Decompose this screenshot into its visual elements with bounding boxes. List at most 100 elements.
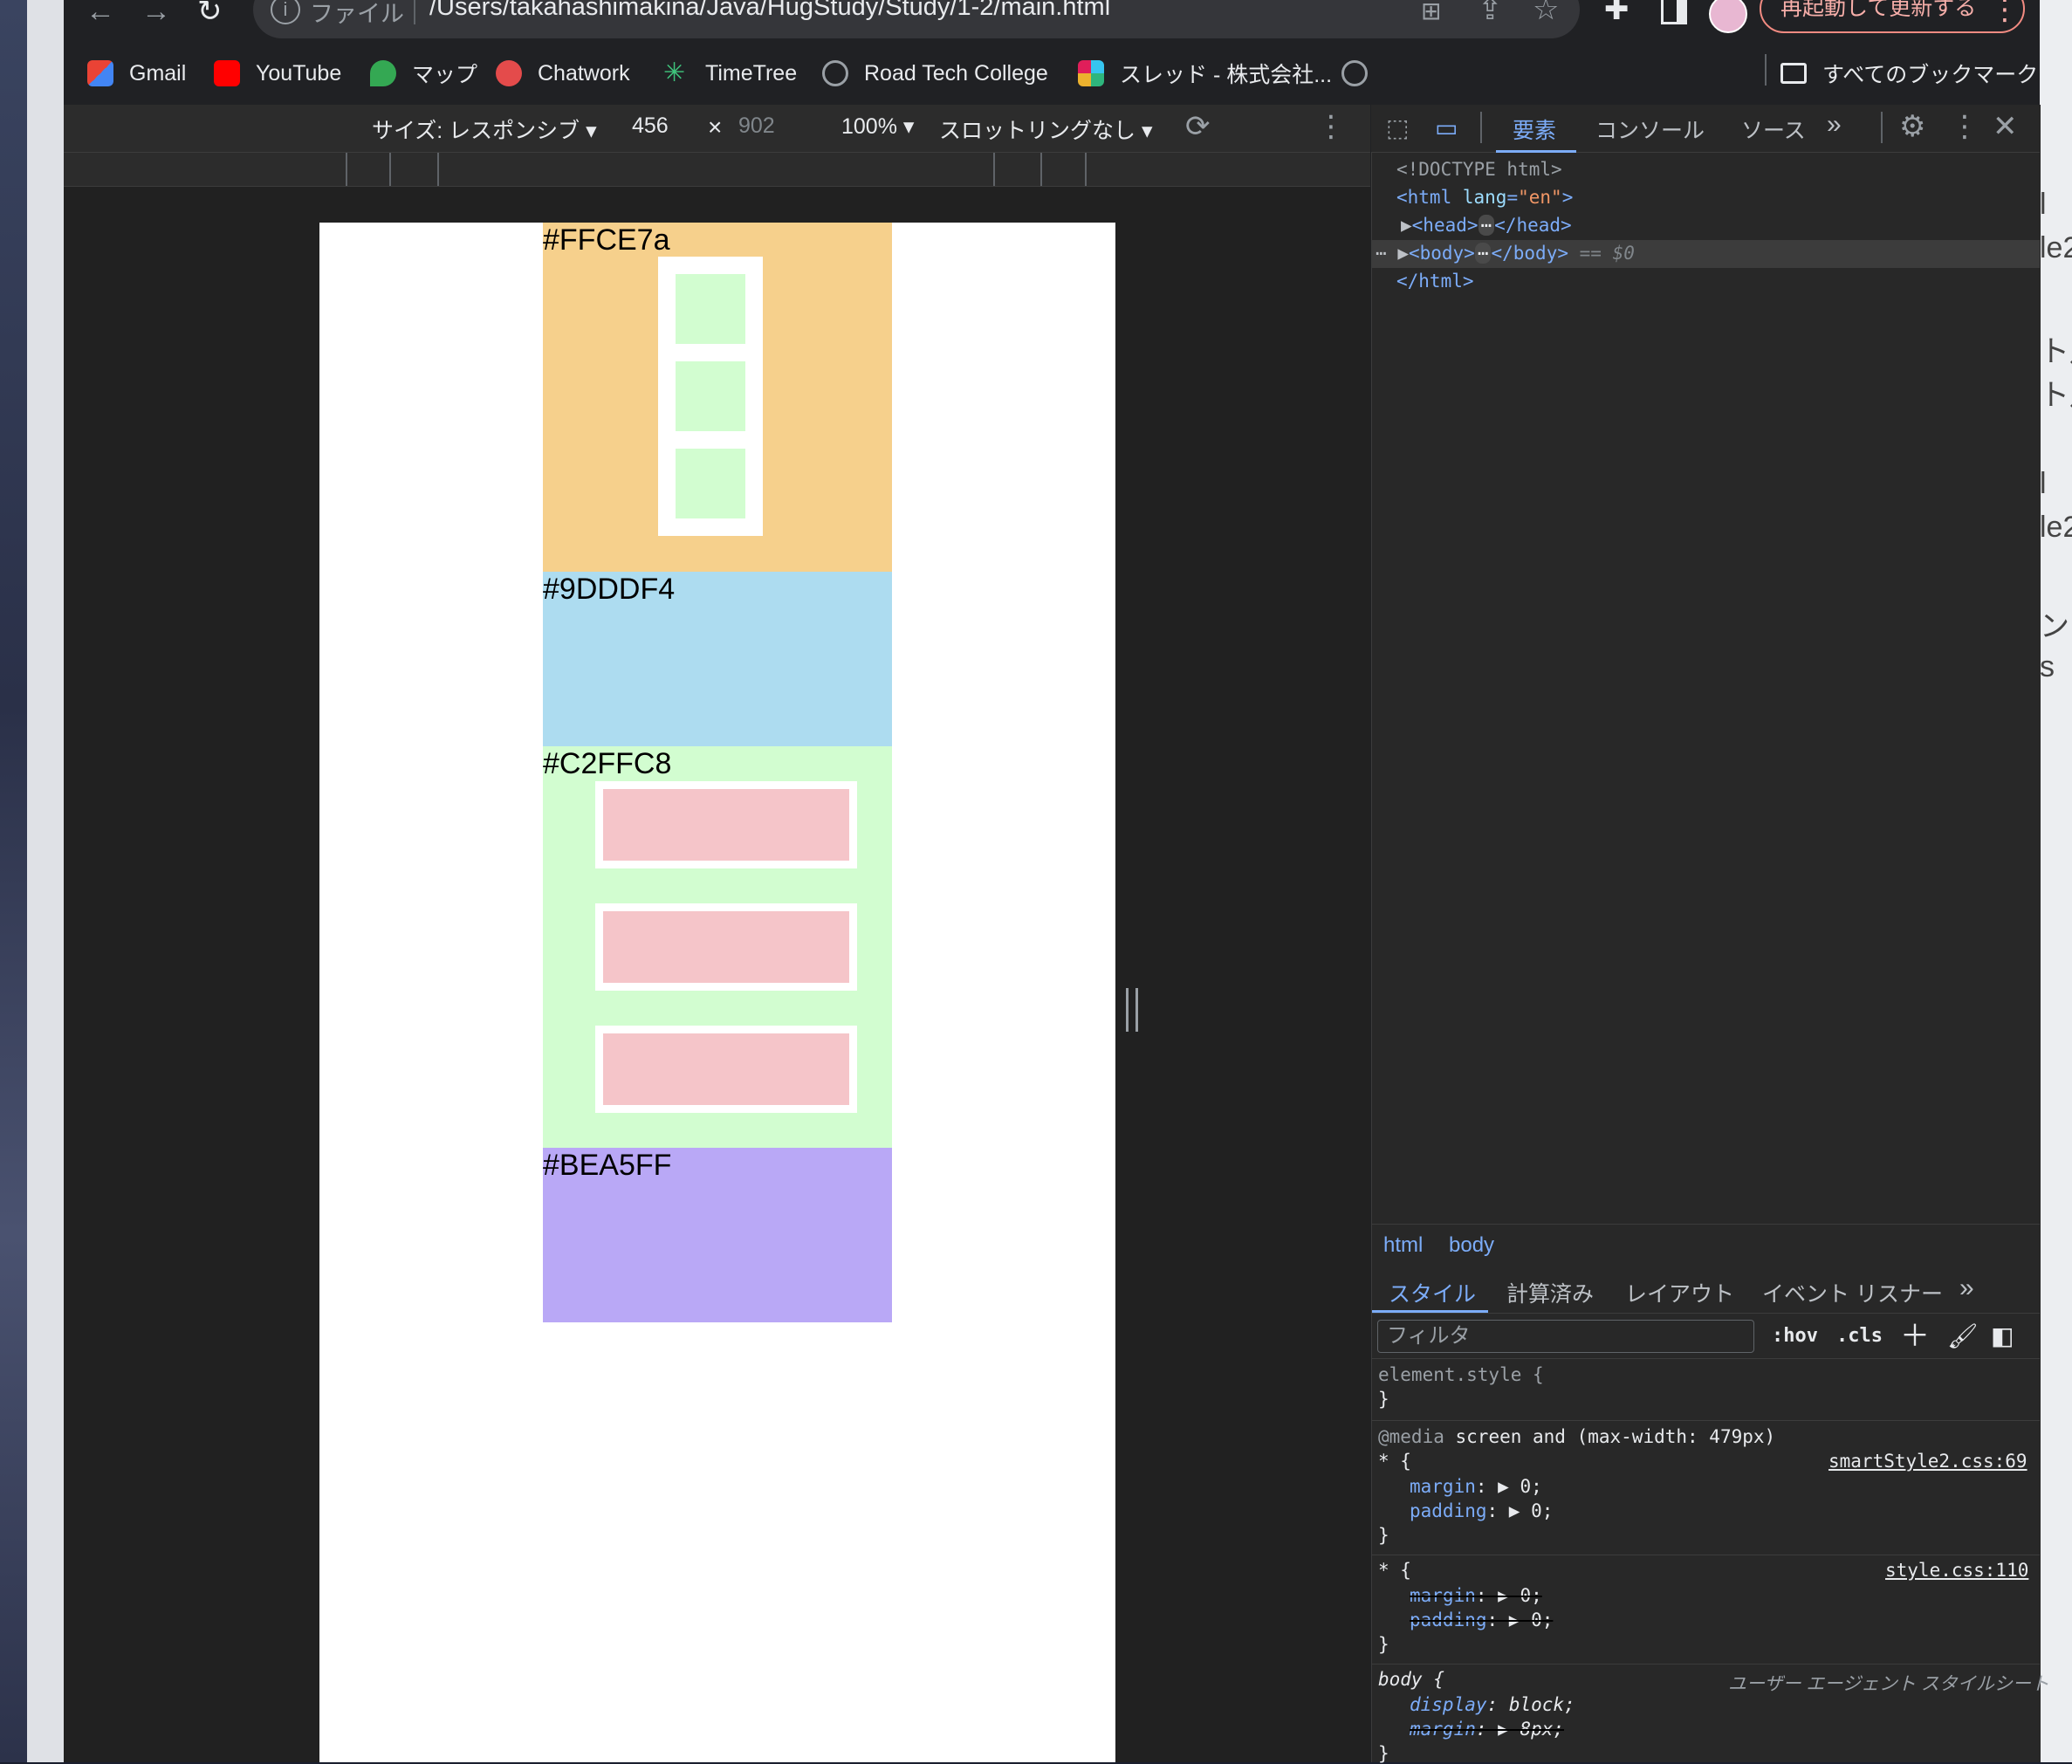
tab-sources[interactable]: ソース — [1741, 113, 1806, 145]
slack-icon — [1078, 60, 1104, 86]
tab-console[interactable]: コンソール — [1595, 113, 1705, 145]
gmail-icon — [87, 60, 113, 86]
paint-brush-icon[interactable]: 🖌 — [1947, 1321, 1979, 1351]
tab-divider — [1480, 112, 1482, 143]
bookmark-label: Road Tech College — [864, 60, 1048, 86]
breadcrumb-body[interactable]: body — [1449, 1233, 1494, 1258]
side-panel-icon[interactable] — [1661, 0, 1687, 24]
white-container — [595, 781, 857, 868]
css-declaration[interactable]: padding: ▶ 0; — [1410, 1500, 1553, 1521]
bookmark-chatwork[interactable]: Chatwork — [496, 56, 630, 91]
media-rule[interactable]: @media screen and (max-width: 479px) — [1378, 1426, 1775, 1447]
bookmark-label: Chatwork — [538, 60, 630, 86]
dom-head[interactable]: ▶<head> ⋯ </head> — [1401, 215, 1572, 236]
css-declaration[interactable]: margin: ▶ 0; — [1410, 1476, 1542, 1497]
expand-arrow-icon[interactable]: ▶ — [1401, 215, 1412, 236]
bookmark-timetree[interactable]: ✳ TimeTree — [663, 56, 797, 91]
star-selector[interactable]: * { — [1378, 1451, 1411, 1472]
dom-html-open[interactable]: <html lang="en"> — [1396, 187, 1573, 208]
bookmark-maps[interactable]: マップ — [370, 56, 477, 91]
pink-box — [603, 1033, 849, 1105]
close-icon[interactable]: ✕ — [1993, 112, 2018, 141]
throttling-select[interactable]: スロットリングなし ▾ — [939, 113, 1153, 145]
toggle-sidebar-icon[interactable]: ◧ — [1991, 1321, 2014, 1351]
reload-icon[interactable]: ↻ — [197, 0, 223, 26]
share-icon[interactable]: ⇪ — [1478, 0, 1503, 24]
rule-close: } — [1378, 1743, 1389, 1764]
viewport-width-input[interactable]: 456 — [632, 113, 669, 139]
green-box — [676, 449, 745, 518]
bookmark-label: マップ — [412, 63, 478, 87]
bookmark-star-icon[interactable]: ☆ — [1533, 0, 1559, 24]
device-menu-icon[interactable]: ⋮ — [1316, 112, 1346, 141]
restart-update-button[interactable]: 再起動して更新する — [1760, 0, 2025, 33]
zoom-select[interactable]: 100% ▾ — [841, 113, 914, 140]
bookmark-slack-thread[interactable]: スレッド - 株式会社... — [1078, 56, 1332, 91]
media-query-ruler[interactable] — [64, 153, 1370, 187]
tab-styles[interactable]: スタイル — [1389, 1277, 1476, 1308]
menu-kebab-icon[interactable]: ⋮ — [1990, 0, 2020, 24]
tab-computed[interactable]: 計算済み — [1506, 1277, 1594, 1308]
dom-doctype[interactable]: <!DOCTYPE html> — [1396, 159, 1562, 180]
more-tabs-icon[interactable]: » — [1959, 1273, 1974, 1303]
viewport-height-input[interactable]: 902 — [738, 113, 775, 139]
active-tab-indicator — [1372, 1310, 1488, 1313]
styles-filter-input[interactable]: フィルタ — [1377, 1320, 1754, 1353]
extensions-icon[interactable]: ✚ — [1604, 0, 1629, 24]
dom-body[interactable]: ⋯ ▶<body> ⋯ </body> == $0 — [1376, 243, 1635, 264]
breadcrumb-html[interactable]: html — [1383, 1233, 1423, 1258]
source-link[interactable]: smartStyle2.css:69 — [1828, 1451, 2027, 1472]
device-toggle-icon[interactable]: ▭ — [1435, 113, 1458, 143]
ellipsis-icon[interactable]: ⋯ — [1478, 215, 1495, 236]
tab-layout[interactable]: レイアウト — [1625, 1277, 1734, 1308]
expand-arrow-icon[interactable]: ▶ — [1397, 243, 1409, 264]
block-green: #C2FFC8 — [543, 746, 892, 1148]
bookmark-road-tech-college[interactable]: Road Tech College — [822, 56, 1048, 91]
bookmark-gmail[interactable]: Gmail — [87, 56, 186, 91]
body-selector[interactable]: body { — [1378, 1669, 1444, 1690]
new-rule-plus-icon[interactable]: ＋ — [1900, 1321, 1930, 1351]
all-bookmarks-label: すべてのブックマーク — [1822, 63, 2039, 87]
window-edge — [27, 0, 64, 1762]
dimension-times: × — [708, 113, 723, 141]
white-container — [595, 1026, 857, 1113]
omnibox-divider — [414, 0, 415, 24]
user-agent-stylesheet-label: ユーザー エージェント スタイルシート — [1728, 1674, 2049, 1694]
more-tabs-icon[interactable]: » — [1827, 110, 1842, 140]
css-declaration-overridden[interactable]: margin: ▶ 8px; — [1410, 1719, 1564, 1740]
bookmark-globe[interactable] — [1341, 56, 1383, 91]
back-icon[interactable]: ← — [86, 0, 115, 26]
desktop-background — [0, 0, 27, 1762]
element-style-rule[interactable]: element.style { — [1378, 1364, 1544, 1385]
bookmark-label: TimeTree — [705, 60, 798, 86]
bookmark-youtube[interactable]: YouTube — [214, 56, 341, 91]
viewport-resize-handle[interactable] — [1126, 988, 1138, 1032]
ellipsis-icon[interactable]: ⋯ — [1474, 243, 1492, 264]
hov-toggle[interactable]: :hov — [1772, 1325, 1818, 1347]
white-container — [658, 257, 763, 536]
devtools-menu-icon[interactable]: ⋮ — [1950, 112, 1979, 141]
all-bookmarks[interactable]: すべてのブックマーク — [1780, 56, 2038, 91]
inspect-element-icon[interactable]: ⬚ — [1386, 113, 1409, 143]
css-declaration-overridden[interactable]: padding: ▶ 0; — [1410, 1610, 1553, 1630]
tab-event-listeners[interactable]: イベント リスナー — [1762, 1277, 1943, 1308]
css-declaration[interactable]: display: block; — [1410, 1694, 1575, 1715]
dom-html-close[interactable]: </html> — [1396, 271, 1474, 292]
forward-icon[interactable]: → — [141, 0, 171, 26]
translate-icon[interactable]: ⊞ — [1421, 0, 1441, 26]
css-declaration-overridden[interactable]: margin: ▶ 0; — [1410, 1585, 1542, 1606]
green-box — [676, 361, 745, 431]
background-window-edge: lle2ト月ト月lle2ンシs — [2040, 0, 2072, 1762]
row-menu-icon[interactable]: ⋯ — [1376, 243, 1387, 264]
folder-icon — [1780, 63, 1807, 84]
cls-toggle[interactable]: .cls — [1836, 1325, 1883, 1347]
timetree-icon: ✳ — [663, 58, 686, 87]
settings-gear-icon[interactable]: ⚙ — [1899, 112, 1925, 141]
globe-icon — [822, 60, 848, 86]
tab-elements[interactable]: 要素 — [1513, 113, 1556, 145]
device-size-select[interactable]: サイズ: レスポンシブ ▾ — [372, 113, 597, 145]
rotate-icon[interactable]: ⟳ — [1185, 112, 1211, 141]
star-selector[interactable]: * { — [1378, 1560, 1411, 1581]
url-text[interactable]: /Users/takahashimakina/Java/HugStudy/Stu… — [429, 0, 1110, 22]
source-link[interactable]: style.css:110 — [1885, 1560, 2028, 1581]
